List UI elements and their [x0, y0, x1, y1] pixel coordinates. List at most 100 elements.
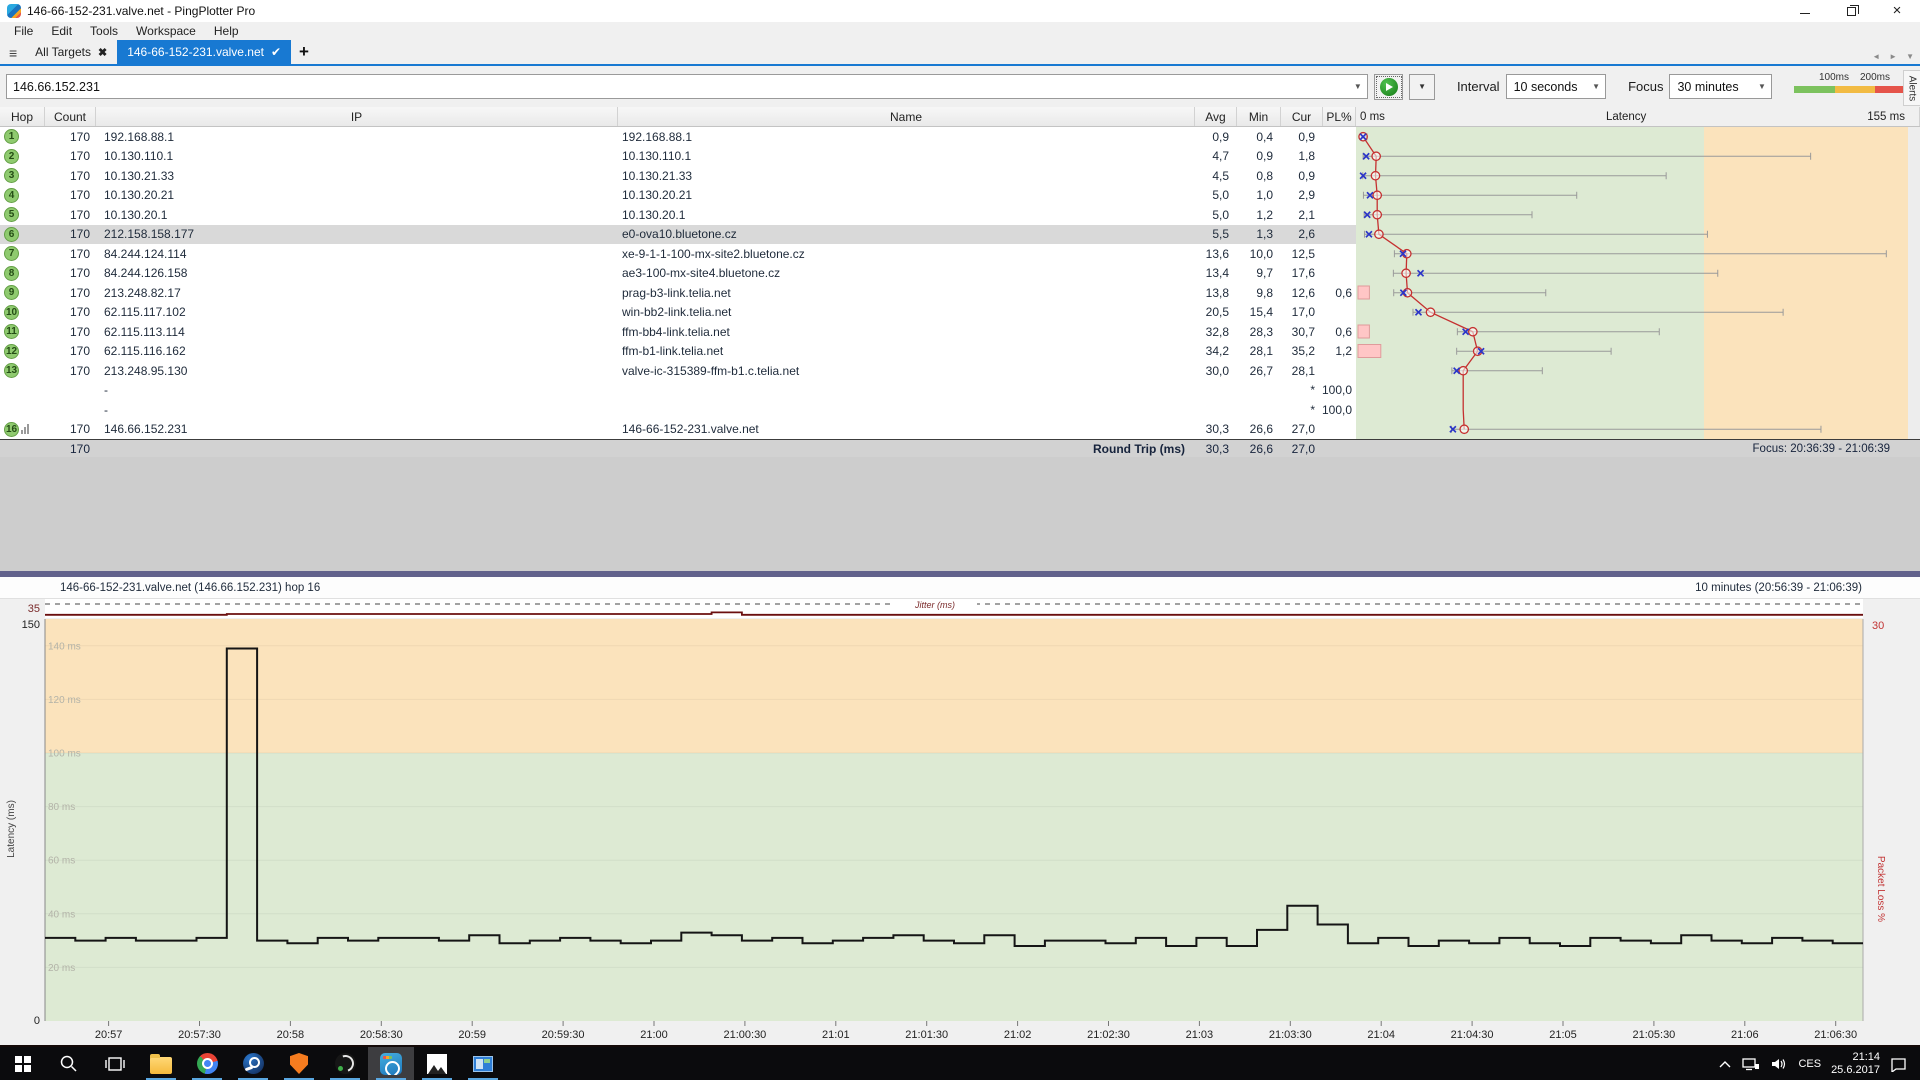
cell-count: 170 [45, 420, 96, 440]
target-address-input[interactable] [7, 80, 1349, 94]
tab-check-icon: ✔ [271, 45, 281, 59]
empty-panel-area [0, 457, 1920, 571]
focus-dropdown-icon: ▼ [1753, 82, 1771, 91]
clock[interactable]: 21:14 25.6.2017 [1831, 1051, 1880, 1077]
svg-text:20:59:30: 20:59:30 [542, 1029, 585, 1041]
cell-hop: 5 [0, 205, 45, 225]
svg-text:Latency (ms): Latency (ms) [6, 800, 17, 858]
cell-count: 170 [45, 205, 96, 225]
cell-name: 146-66-152-231.valve.net [618, 420, 1195, 440]
volume-icon[interactable] [1770, 1057, 1788, 1071]
table-header-row: Hop Count IP Name Avg Min Cur PL% 0 ms L… [0, 107, 1920, 127]
daemon-tools-button[interactable] [322, 1047, 368, 1080]
photos-button[interactable] [414, 1047, 460, 1080]
header-ip[interactable]: IP [96, 107, 618, 126]
cell-name: 10.130.110.1 [618, 147, 1195, 167]
menu-workspace[interactable]: Workspace [127, 22, 205, 40]
tray-date: 25.6.2017 [1831, 1064, 1880, 1077]
mail-app-button[interactable] [460, 1047, 506, 1080]
hamburger-icon[interactable]: ≡ [0, 45, 25, 64]
tab-active-label: 146-66-152-231.valve.net [127, 45, 264, 59]
pingplotter-taskbar-button[interactable] [368, 1047, 414, 1080]
header-count[interactable]: Count [45, 107, 96, 126]
target-dropdown-icon[interactable]: ▼ [1349, 82, 1367, 91]
svg-text:Packet Loss %: Packet Loss % [1875, 856, 1886, 922]
cell-cur: 2,9 [1281, 186, 1323, 206]
header-name[interactable]: Name [618, 107, 1195, 126]
alerts-side-tab[interactable]: Alerts [1903, 70, 1920, 106]
file-explorer-button[interactable] [138, 1047, 184, 1080]
shield-icon [290, 1053, 308, 1074]
scale-200ms-label: 200ms [1860, 72, 1890, 83]
tray-chevron-icon[interactable] [1718, 1059, 1732, 1069]
steam-button[interactable] [230, 1047, 276, 1080]
header-min[interactable]: Min [1237, 107, 1281, 126]
cell-pl: 1,2 [1323, 342, 1356, 362]
cell-cur: 17,6 [1281, 264, 1323, 284]
hop-number-badge: 12 [4, 344, 19, 359]
tab-scroll-right-icon[interactable]: ► [1889, 52, 1897, 61]
svg-text:0: 0 [34, 1015, 40, 1027]
timeline-graph[interactable]: Jitter (ms)3520 ms40 ms60 ms80 ms100 ms1… [0, 599, 1920, 1045]
interval-select[interactable]: 10 seconds ▼ [1506, 74, 1607, 99]
cell-hop: 6 [0, 225, 45, 245]
taskbar-search-button[interactable] [46, 1047, 92, 1080]
minimize-button[interactable] [1782, 0, 1828, 22]
menu-file[interactable]: File [5, 22, 42, 40]
cell-ip: 84.244.124.114 [96, 244, 618, 264]
focus-label: Focus [1628, 79, 1663, 94]
cell-min [1237, 381, 1281, 401]
focus-value: 30 minutes [1677, 80, 1738, 94]
cell-count: 170 [45, 244, 96, 264]
steam-icon [243, 1053, 264, 1074]
svg-text:150: 150 [22, 619, 40, 631]
network-icon[interactable] [1742, 1057, 1760, 1071]
language-indicator[interactable]: CES [1798, 1058, 1821, 1070]
antivirus-button[interactable] [276, 1047, 322, 1080]
maximize-button[interactable] [1828, 0, 1874, 22]
tab-all-targets[interactable]: All Targets ✖ [25, 40, 117, 64]
start-trace-button[interactable] [1374, 74, 1404, 100]
tab-close-icon[interactable]: ✖ [98, 46, 107, 59]
cell-name [618, 381, 1195, 401]
header-cur[interactable]: Cur [1281, 107, 1323, 126]
chrome-button[interactable] [184, 1047, 230, 1080]
cell-ip: 10.130.21.33 [96, 166, 618, 186]
new-tab-button[interactable]: + [291, 42, 317, 64]
tab-scroll-left-icon[interactable]: ◄ [1872, 52, 1880, 61]
cell-min: 28,1 [1237, 342, 1281, 362]
cell-count: 170 [45, 166, 96, 186]
close-button[interactable]: × [1874, 0, 1920, 22]
cell-hop: 7 [0, 244, 45, 264]
hop-number-badge: 7 [4, 246, 19, 261]
tab-list-icon[interactable]: ▼ [1906, 52, 1914, 61]
header-hop[interactable]: Hop [0, 107, 45, 126]
interval-dropdown-icon: ▼ [1587, 82, 1605, 91]
start-button[interactable] [0, 1047, 46, 1080]
menu-edit[interactable]: Edit [42, 22, 81, 40]
menu-help[interactable]: Help [205, 22, 248, 40]
cell-cur: * [1281, 381, 1323, 401]
trace-table: Hop Count IP Name Avg Min Cur PL% 0 ms L… [0, 107, 1920, 457]
svg-text:21:01:30: 21:01:30 [905, 1029, 948, 1041]
cell-min: 15,4 [1237, 303, 1281, 323]
svg-text:20:58: 20:58 [277, 1029, 305, 1041]
summary-row: 170 Round Trip (ms) 30,3 26,6 27,0 Focus… [0, 439, 1920, 457]
summary-avg: 30,3 [1195, 440, 1237, 457]
menu-tools[interactable]: Tools [81, 22, 127, 40]
cell-ip: 146.66.152.231 [96, 420, 618, 440]
svg-text:60 ms: 60 ms [48, 856, 75, 867]
svg-text:40 ms: 40 ms [48, 909, 75, 920]
cell-hop: 10 [0, 303, 45, 323]
action-center-icon[interactable] [1890, 1056, 1908, 1072]
focus-select[interactable]: 30 minutes ▼ [1669, 74, 1771, 99]
svg-text:80 ms: 80 ms [48, 802, 75, 813]
header-avg[interactable]: Avg [1195, 107, 1237, 126]
tab-active-target[interactable]: 146-66-152-231.valve.net ✔ [117, 40, 291, 64]
svg-text:21:02:30: 21:02:30 [1087, 1029, 1130, 1041]
cell-ip: 10.130.110.1 [96, 147, 618, 167]
task-view-button[interactable] [92, 1047, 138, 1080]
trace-options-dropdown[interactable]: ▼ [1409, 74, 1435, 100]
cell-name: 10.130.20.21 [618, 186, 1195, 206]
header-pl[interactable]: PL% [1323, 107, 1356, 126]
